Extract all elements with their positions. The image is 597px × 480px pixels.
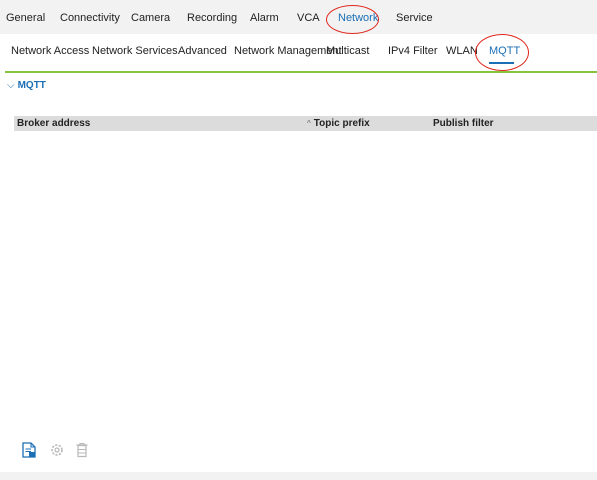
nav-tab-connectivity[interactable]: Connectivity bbox=[60, 12, 120, 24]
network-highlight-ring bbox=[326, 5, 379, 34]
broker-table-header: Broker address ^ Topic prefix Publish fil… bbox=[14, 116, 597, 131]
settings-icon[interactable] bbox=[50, 442, 64, 458]
subnav-tab-network-services[interactable]: Network Services bbox=[92, 45, 178, 57]
subnav-tab-wlan[interactable]: WLAN bbox=[446, 45, 478, 57]
nav-tab-service[interactable]: Service bbox=[396, 12, 433, 24]
nav-tab-alarm[interactable]: Alarm bbox=[250, 12, 279, 24]
sort-indicator-icon: ^ bbox=[307, 119, 311, 128]
nav-tab-camera[interactable]: Camera bbox=[131, 12, 170, 24]
sub-navigation: Network Access Network Services Advanced… bbox=[0, 34, 597, 71]
mqtt-highlight-ring bbox=[475, 34, 529, 71]
nav-tab-general[interactable]: General bbox=[6, 12, 45, 24]
subnav-tab-network-access[interactable]: Network Access bbox=[11, 45, 89, 57]
nav-tab-vca[interactable]: VCA bbox=[297, 12, 320, 24]
subnav-tab-ipv4-filter[interactable]: IPv4 Filter bbox=[388, 45, 438, 57]
broker-table-body bbox=[14, 131, 597, 431]
add-entry-icon[interactable] bbox=[22, 442, 36, 458]
column-header-publish-filter[interactable]: Publish filter bbox=[433, 118, 494, 129]
mqtt-section-header[interactable]: ⌵ MQTT bbox=[7, 80, 46, 91]
column-header-broker-address[interactable]: Broker address bbox=[17, 118, 90, 129]
section-title: MQTT bbox=[17, 80, 46, 91]
subnav-tab-advanced[interactable]: Advanced bbox=[178, 45, 227, 57]
bottom-strip bbox=[0, 472, 597, 480]
section-divider-line bbox=[5, 71, 597, 73]
column-header-topic-prefix[interactable]: ^ Topic prefix bbox=[307, 118, 370, 129]
column-header-topic-label: Topic prefix bbox=[313, 118, 370, 129]
subnav-tab-multicast[interactable]: Multicast bbox=[326, 45, 369, 57]
top-navigation: General Connectivity Camera Recording Al… bbox=[0, 0, 597, 34]
nav-tab-recording[interactable]: Recording bbox=[187, 12, 237, 24]
delete-icon[interactable] bbox=[75, 442, 89, 458]
chevron-down-icon: ⌵ bbox=[7, 80, 15, 91]
